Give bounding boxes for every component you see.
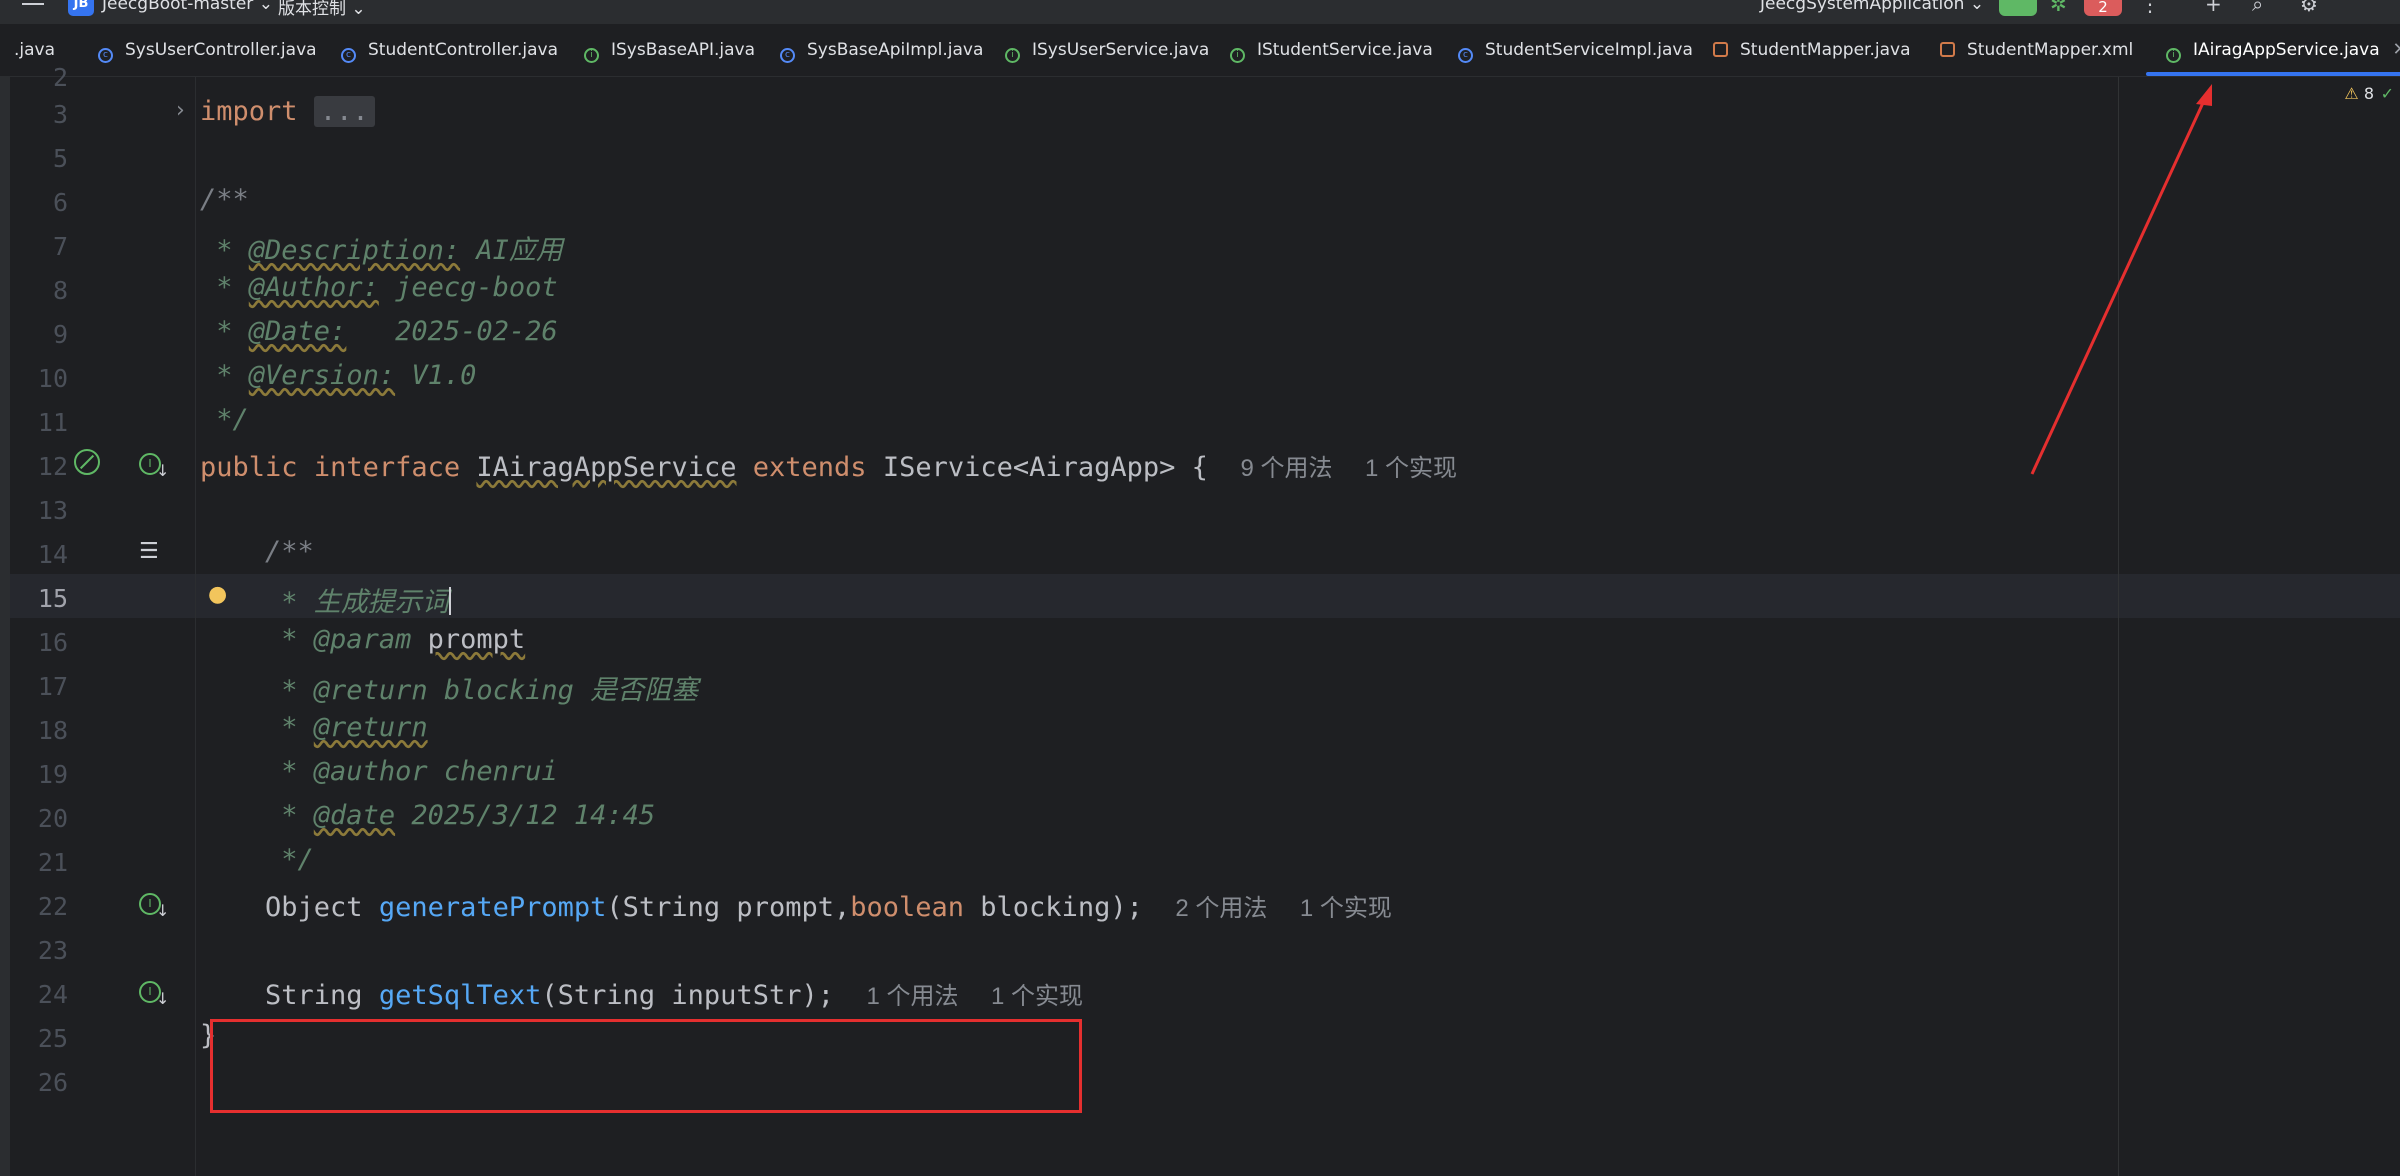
red-arrow-annotation xyxy=(2030,84,2212,475)
